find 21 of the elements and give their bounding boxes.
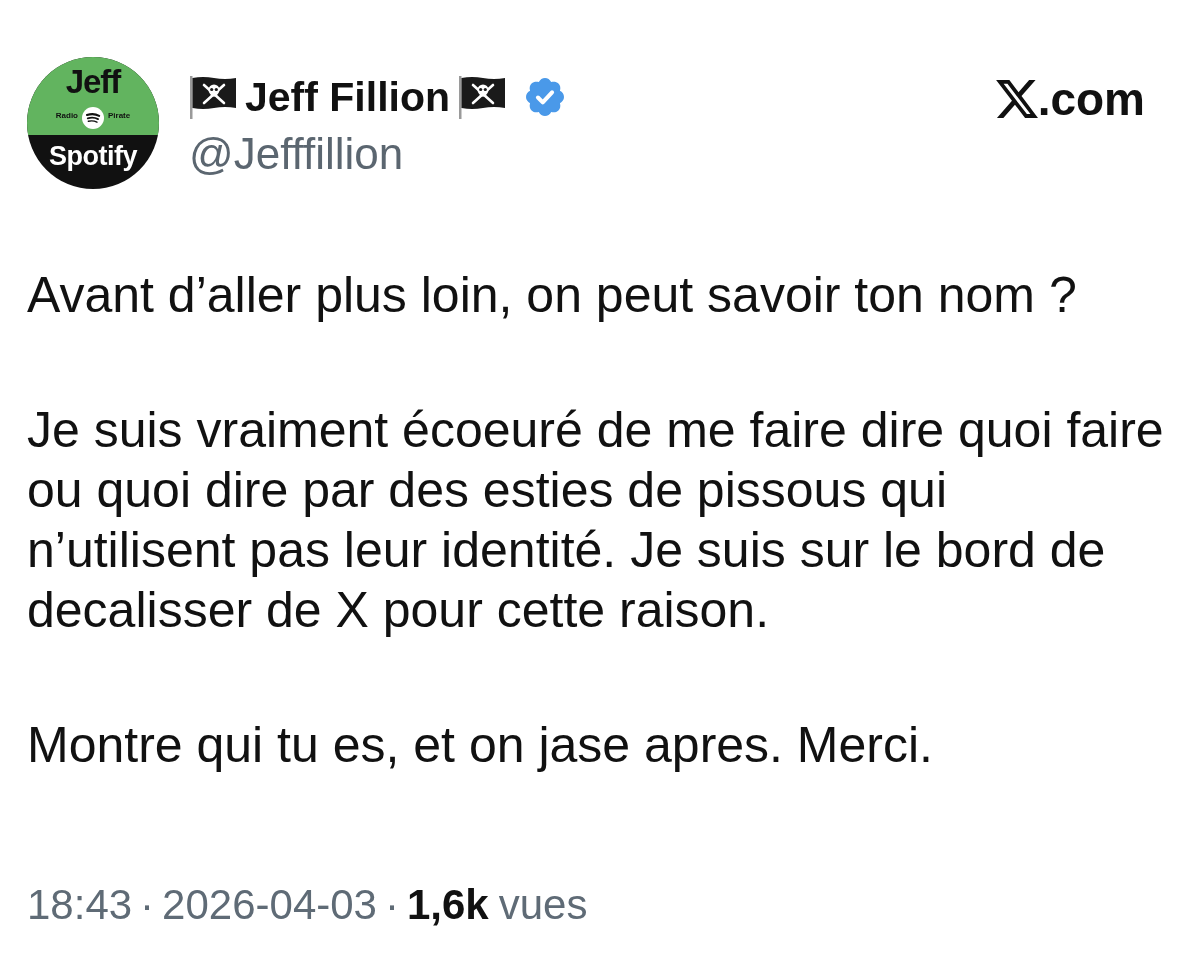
x-logo-icon: [995, 80, 1038, 118]
separator-dot: ·: [384, 880, 399, 930]
views-label: vues: [498, 880, 588, 930]
avatar-label: Radio: [55, 110, 78, 120]
avatar[interactable]: Jeff Radio Pirate Spotify: [27, 57, 159, 189]
post-paragraph: Montre qui tu es, et on jase apres. Merci.: [27, 716, 934, 775]
site-label: .com: [1037, 75, 1145, 123]
post-paragraph: Avant d’aller plus loin, on peut savoir ton nom ?: [27, 266, 1078, 325]
avatar-label: Pirate: [108, 110, 131, 120]
avatar-subtitle: Spotify: [49, 141, 137, 173]
avatar-title: Jeff: [65, 65, 121, 99]
separator-dot: ·: [140, 880, 155, 930]
post-date[interactable]: 2026-04-03: [162, 880, 377, 930]
spotify-logo-icon: [82, 107, 104, 129]
display-name[interactable]: Jeff Fillion: [245, 75, 450, 119]
user-handle[interactable]: @Jefffillion: [189, 131, 404, 177]
post-paragraph: Je suis vraiment écoeuré de me faire dire quoi faire ou quoi dire par des esties de pissous qui n’utilisent pas leur identité. Je suis sur le bord de decalisser de X pour cette raison.: [27, 401, 1165, 640]
pirate-flag-icon: [189, 75, 237, 119]
post-time[interactable]: 18:43: [27, 880, 133, 930]
pirate-flag-icon: [458, 75, 506, 119]
view-count: 1,6k: [406, 880, 489, 930]
